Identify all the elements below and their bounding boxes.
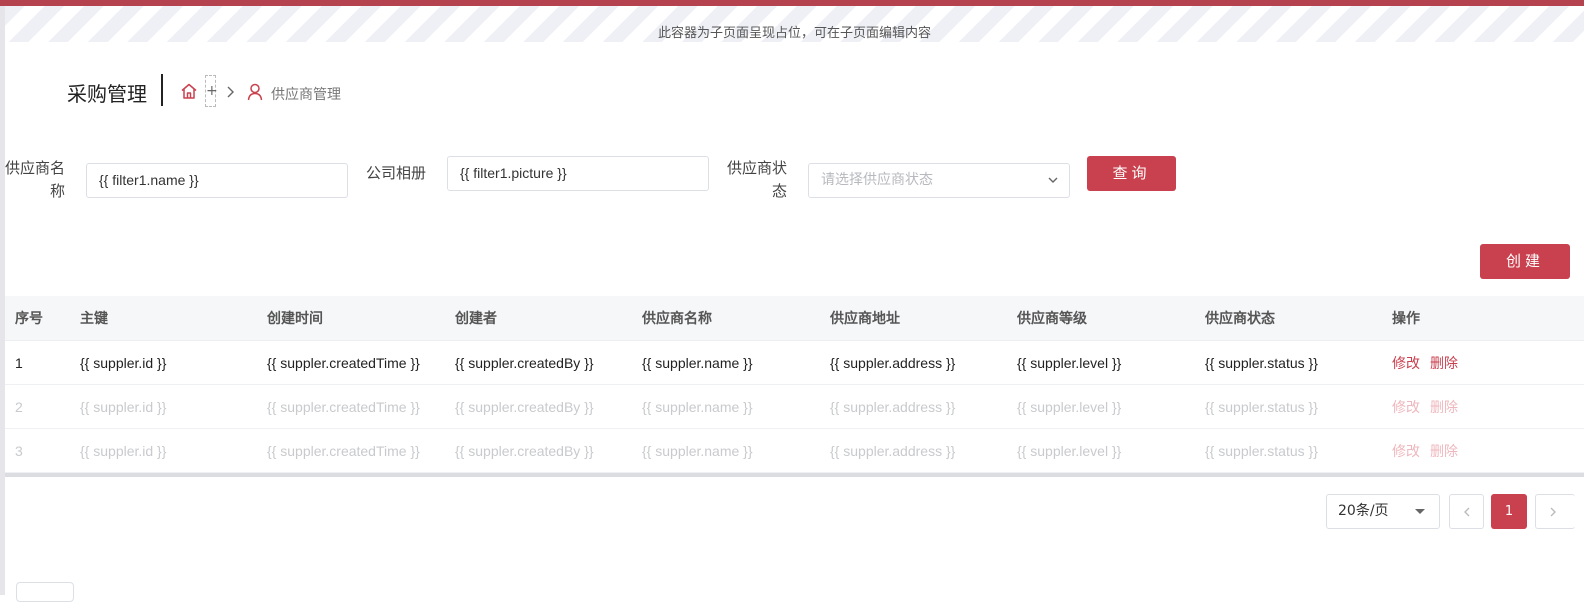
create-button[interactable]: 创建 [1480, 244, 1570, 279]
column-header: 供应商地址 [830, 310, 900, 326]
breadcrumb-add-slot[interactable]: + [205, 75, 218, 107]
query-button[interactable]: 查询 [1087, 156, 1176, 191]
cell-status: {{ suppler.status }} [1205, 354, 1318, 371]
supplier-name-input[interactable]: {{ filter1.name }} [86, 163, 348, 198]
next-page-button[interactable] [1535, 494, 1575, 529]
cell-level: {{ suppler.level }} [1017, 442, 1122, 459]
page-size-value: 20条/页 [1338, 503, 1389, 519]
column-header: 操作 [1392, 310, 1420, 326]
supplier-table: 序号 主键 创建时间 创建者 供应商名称 供应商地址 供应商等级 供应商状态 操… [5, 296, 1584, 473]
cell-index: 2 [15, 398, 23, 415]
page-size-select[interactable]: 20条/页 [1326, 494, 1440, 529]
supplier-name-label: 供应商名 称 [0, 157, 65, 203]
chevron-down-icon [1048, 177, 1058, 183]
chevron-right-icon [227, 86, 234, 98]
cell-created-by: {{ suppler.createdBy }} [455, 398, 594, 415]
chevron-left-icon [1464, 507, 1470, 517]
cell-created-time: {{ suppler.createdTime }} [267, 442, 420, 459]
table-scrollbar[interactable] [5, 473, 1584, 477]
table-row: 2 {{ suppler.id }} {{ suppler.createdTim… [5, 385, 1584, 429]
edit-link[interactable]: 修改 [1392, 355, 1420, 371]
delete-link[interactable]: 删除 [1430, 399, 1458, 415]
cell-status: {{ suppler.status }} [1205, 398, 1318, 415]
column-header: 供应商名称 [642, 310, 712, 326]
column-header: 供应商等级 [1017, 310, 1087, 326]
delete-link[interactable]: 删除 [1430, 355, 1458, 371]
edit-link[interactable]: 修改 [1392, 399, 1420, 415]
subpage-placeholder-banner: 此容器为子页面呈现占位，可在子页面编辑内容 [5, 6, 1584, 42]
supplier-status-label-line2: 态 [771, 182, 787, 200]
supplier-name-label-line2: 称 [49, 182, 65, 200]
cell-name: {{ suppler.name }} [642, 354, 753, 371]
cell-id: {{ suppler.id }} [80, 354, 167, 371]
page-title: 采购管理 [67, 82, 147, 106]
cell-level: {{ suppler.level }} [1017, 398, 1122, 415]
table-header: 序号 主键 创建时间 创建者 供应商名称 供应商地址 供应商等级 供应商状态 操… [5, 296, 1584, 341]
cell-name: {{ suppler.name }} [642, 398, 753, 415]
cell-id: {{ suppler.id }} [80, 442, 167, 459]
cell-created-time: {{ suppler.createdTime }} [267, 354, 420, 371]
cell-created-time: {{ suppler.createdTime }} [267, 398, 420, 415]
cell-address: {{ suppler.address }} [830, 354, 956, 371]
cell-created-by: {{ suppler.createdBy }} [455, 354, 594, 371]
supplier-status-select[interactable]: 请选择供应商状态 [808, 163, 1070, 198]
bottom-partial-widget [16, 582, 74, 602]
column-header: 创建者 [455, 310, 497, 326]
cell-status: {{ suppler.status }} [1205, 442, 1318, 459]
table-row: 3 {{ suppler.id }} {{ suppler.createdTim… [5, 429, 1584, 473]
page-1-button[interactable]: 1 [1491, 494, 1527, 529]
cell-actions: 修改 删除 [1382, 353, 1562, 373]
edit-link[interactable]: 修改 [1392, 443, 1420, 459]
cell-name: {{ suppler.name }} [642, 442, 753, 459]
delete-link[interactable]: 删除 [1430, 443, 1458, 459]
banner-text: 此容器为子页面呈现占位，可在子页面编辑内容 [657, 26, 931, 41]
prev-page-button[interactable] [1449, 494, 1484, 529]
supplier-status-label: 供应商状 态 [720, 157, 787, 203]
cell-actions: 修改 删除 [1382, 441, 1562, 461]
chevron-right-icon [1550, 507, 1556, 517]
cell-index: 1 [15, 354, 23, 371]
column-header: 创建时间 [267, 310, 323, 326]
cell-address: {{ suppler.address }} [830, 442, 956, 459]
cell-actions: 修改 删除 [1382, 397, 1562, 417]
breadcrumb-current[interactable]: 供应商管理 [271, 84, 341, 104]
cell-id: {{ suppler.id }} [80, 398, 167, 415]
column-header: 序号 [15, 310, 43, 326]
user-icon [247, 83, 263, 101]
cell-created-by: {{ suppler.createdBy }} [455, 442, 594, 459]
table-row: 1 {{ suppler.id }} {{ suppler.createdTim… [5, 341, 1584, 385]
supplier-status-placeholder: 请选择供应商状态 [821, 172, 933, 188]
company-album-label: 公司相册 [365, 164, 426, 182]
caret-down-icon [1415, 509, 1425, 514]
cell-address: {{ suppler.address }} [830, 398, 956, 415]
column-header: 主键 [80, 310, 108, 326]
column-header: 供应商状态 [1205, 310, 1275, 326]
company-album-input[interactable]: {{ filter1.picture }} [447, 156, 709, 191]
supplier-name-label-line1: 供应商名 [4, 159, 65, 177]
supplier-status-label-line1: 供应商状 [726, 159, 787, 177]
cell-level: {{ suppler.level }} [1017, 354, 1122, 371]
home-icon[interactable] [180, 82, 198, 100]
title-divider [161, 74, 163, 106]
cell-index: 3 [15, 442, 23, 459]
